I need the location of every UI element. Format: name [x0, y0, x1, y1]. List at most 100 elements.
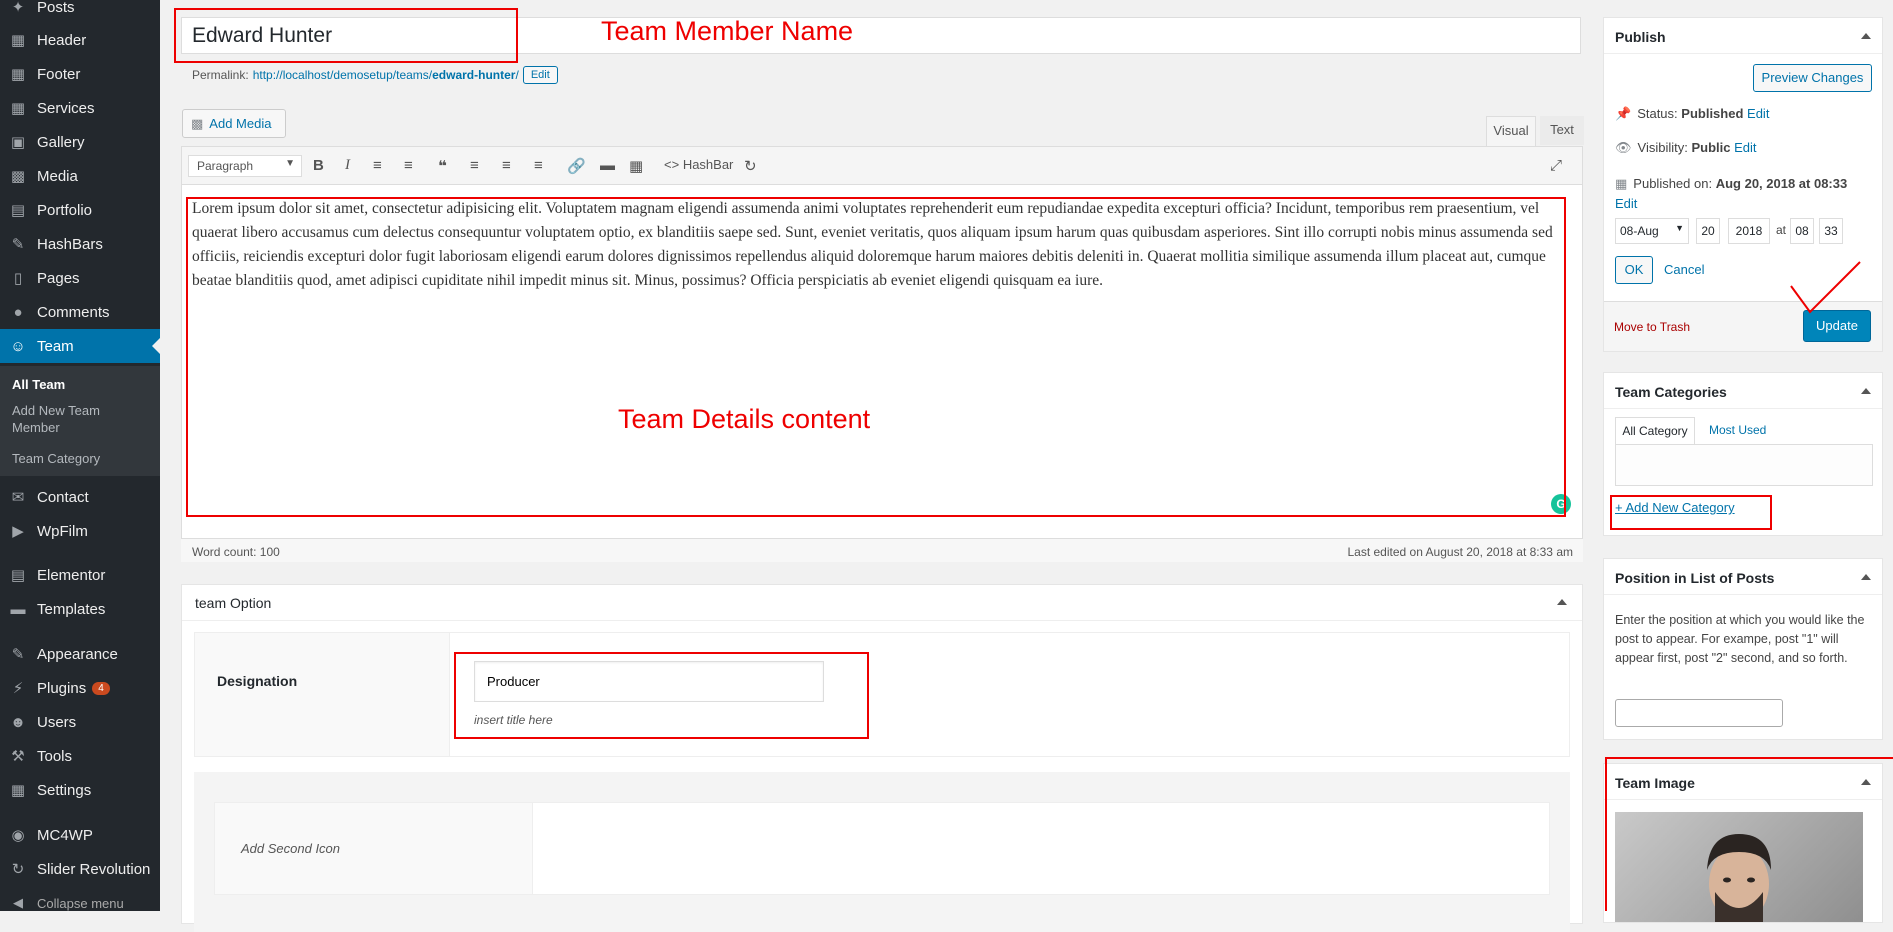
hashbar-button[interactable]: <> HashBar [664, 157, 733, 172]
team-option-metabox: team Option Designation Add Second Icon [181, 584, 1583, 932]
wrench-icon: ⚒ [11, 748, 25, 765]
divider [1604, 594, 1882, 595]
hour-input[interactable]: 08 [1790, 218, 1814, 244]
ok-button[interactable]: OK [1615, 256, 1653, 284]
mc4wp-icon: ◉ [11, 827, 25, 844]
team-icon: ☺ [10, 337, 26, 355]
blockquote-icon[interactable]: ❝ [438, 157, 447, 175]
collapse-arrow-icon[interactable] [1861, 388, 1871, 394]
cancel-link[interactable]: Cancel [1664, 262, 1704, 277]
annotation-designation-box [454, 652, 869, 739]
sidebar-item-header[interactable]: ▦ Header [0, 23, 160, 57]
collapse-arrow-icon[interactable] [1861, 779, 1871, 785]
editor-toolbar: Paragraph ▼ B I ≡ ≡ ❝ ≡ ≡ ≡ 🔗 ▬ ▦ <> Has… [182, 147, 1582, 185]
submenu-all-team[interactable]: All Team [12, 376, 65, 393]
sidebar-item-hashbars[interactable]: ✎ HashBars [0, 227, 160, 261]
align-center-icon[interactable]: ≡ [502, 157, 511, 174]
sidebar-item-services[interactable]: ▦ Services [0, 91, 160, 125]
edit-visibility-link[interactable]: Edit [1734, 140, 1756, 155]
preview-changes-button[interactable]: Preview Changes [1753, 64, 1872, 92]
tab-text[interactable]: Text [1540, 116, 1584, 145]
align-right-icon[interactable]: ≡ [534, 157, 543, 174]
sidebar-item-gallery[interactable]: ▣ Gallery [0, 125, 160, 159]
sidebar-item-portfolio[interactable]: ▤ Portfolio [0, 193, 160, 227]
annotation-team-details-content: Team Details content [618, 404, 871, 434]
position-title: Position in List of Posts [1615, 570, 1775, 586]
sidebar-item-team[interactable]: ☺ Team [0, 329, 160, 363]
comment-icon: ● [13, 303, 23, 321]
edit-status-link[interactable]: Edit [1747, 106, 1769, 121]
team-image-metabox: Team Image [1603, 763, 1883, 923]
sidebar-item-users[interactable]: ☻ Users [0, 705, 160, 739]
collapse-icon: ◀ [13, 895, 23, 910]
divider [1604, 408, 1882, 409]
sidebar-item-elementor[interactable]: ▤ Elementor [0, 558, 160, 592]
fullscreen-icon[interactable]: ⤢ [1550, 157, 1562, 174]
bullet-list-icon[interactable]: ≡ [373, 157, 382, 174]
permalink-label: Permalink: [192, 68, 249, 82]
sidebar-item-slider-revolution[interactable]: ↻ Slider Revolution [0, 852, 160, 886]
annotation-team-image-box-left [1605, 757, 1607, 911]
mail-icon: ✉ [11, 489, 25, 506]
link-icon[interactable]: 🔗 [567, 157, 586, 175]
folder-icon: ▬ [10, 600, 26, 618]
add-media-button[interactable]: ▩ Add Media [182, 109, 286, 138]
divider [1604, 53, 1882, 54]
move-to-trash-link[interactable]: Move to Trash [1614, 320, 1690, 334]
day-input[interactable]: 20 [1696, 218, 1720, 244]
sidebar-item-comments[interactable]: ● Comments [0, 295, 160, 329]
sidebar-item-appearance[interactable]: ✎ Appearance [0, 637, 160, 671]
format-select[interactable]: Paragraph ▼ [188, 155, 302, 177]
align-left-icon[interactable]: ≡ [470, 157, 479, 174]
position-input[interactable] [1615, 699, 1783, 727]
tab-visual[interactable]: Visual [1486, 116, 1536, 146]
sidebar-item-plugins[interactable]: ⚡ Plugins 4 [0, 671, 160, 705]
sidebar-item-mc4wp[interactable]: ◉ MC4WP [0, 818, 160, 852]
permalink-link[interactable]: http://localhost/demosetup/teams/edward-… [253, 68, 519, 82]
bold-icon[interactable]: B [313, 157, 324, 174]
team-member-photo[interactable] [1615, 812, 1863, 922]
chat-icon: ✎ [11, 236, 25, 253]
tab-most-used[interactable]: Most Used [1709, 423, 1766, 437]
sidebar-collapse-menu[interactable]: ◀ Collapse menu [0, 886, 160, 920]
edit-date-link[interactable]: Edit [1615, 196, 1637, 211]
sidebar-item-templates[interactable]: ▬ Templates [0, 592, 160, 626]
designation-label-cell [195, 633, 450, 756]
submenu-add-new-team-member[interactable]: Add New Team Member [12, 402, 132, 436]
sidebar-item-media[interactable]: ▩ Media [0, 159, 160, 193]
minute-input[interactable]: 33 [1819, 218, 1843, 244]
brush-icon: ✎ [11, 646, 25, 663]
sidebar-item-contact[interactable]: ✉ Contact [0, 480, 160, 514]
toolbar-toggle-icon[interactable]: ▦ [629, 157, 643, 175]
refresh-icon: ↻ [11, 861, 25, 878]
submenu-team-category[interactable]: Team Category [12, 450, 100, 467]
sidebar-item-tools[interactable]: ⚒ Tools [0, 739, 160, 773]
refresh-icon[interactable]: ↻ [744, 157, 757, 175]
permalink-edit-button[interactable]: Edit [522, 66, 558, 84]
collapse-arrow-icon[interactable] [1861, 33, 1871, 39]
designation-row: Designation [194, 632, 1570, 757]
second-icon-area: Add Second Icon [194, 772, 1570, 932]
collapse-arrow-icon[interactable] [1557, 599, 1567, 605]
read-more-icon[interactable]: ▬ [600, 157, 615, 174]
tab-all-category[interactable]: All Category [1615, 417, 1695, 445]
month-select[interactable]: 08-Aug ▼ [1615, 218, 1689, 244]
admin-sidebar: ✦ Posts ▦ Header ▦ Footer ▦ Services ▣ Galler… [0, 0, 160, 911]
sidebar-item-wpfilm[interactable]: ▶ WpFilm [0, 514, 160, 548]
numbered-list-icon[interactable]: ≡ [404, 157, 413, 174]
sidebar-item-posts[interactable]: ✦ Posts [0, 0, 160, 24]
category-checklist[interactable] [1615, 444, 1873, 486]
team-image-title: Team Image [1615, 775, 1695, 791]
annotation-checkmark [1790, 261, 1861, 314]
annotation-content-box [186, 197, 1566, 517]
sidebar-item-footer[interactable]: ▦ Footer [0, 57, 160, 91]
year-input[interactable]: 2018 [1728, 218, 1770, 244]
page-icon: ▯ [13, 270, 23, 287]
annotation-add-category-box [1610, 495, 1772, 530]
collapse-arrow-icon[interactable] [1861, 574, 1871, 580]
sidebar-item-pages[interactable]: ▯ Pages [0, 261, 160, 295]
sidebar-item-settings[interactable]: ▦ Settings [0, 773, 160, 807]
italic-icon[interactable]: I [345, 157, 350, 174]
grid-icon: ▦ [10, 32, 26, 49]
publish-title: Publish [1615, 29, 1666, 45]
